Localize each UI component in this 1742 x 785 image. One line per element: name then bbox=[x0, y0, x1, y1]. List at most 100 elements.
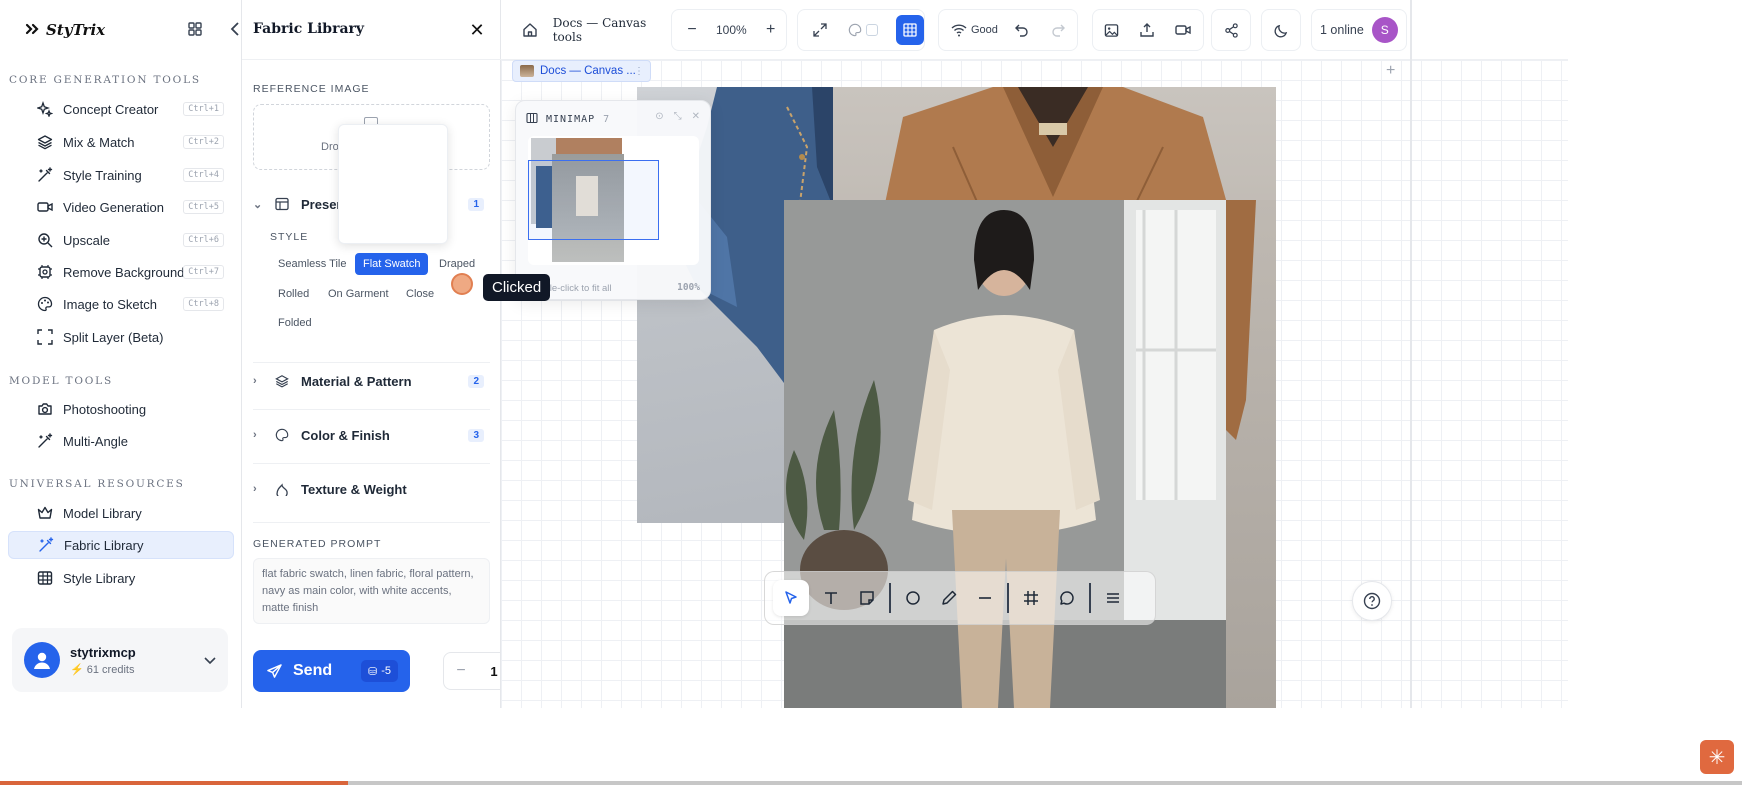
collapse-icon[interactable]: ⤡ bbox=[674, 111, 682, 122]
avatar bbox=[24, 642, 60, 678]
comment-tool-button[interactable] bbox=[1049, 580, 1085, 616]
close-icon[interactable]: ✕ bbox=[467, 20, 487, 40]
model-photo-image[interactable] bbox=[784, 200, 1226, 708]
divider bbox=[253, 362, 490, 363]
minimap-viewport-indicator[interactable] bbox=[528, 160, 659, 240]
chip-flat-swatch[interactable]: Flat Swatch bbox=[355, 253, 429, 275]
color-swatch[interactable] bbox=[866, 24, 878, 36]
pen-tool-button[interactable] bbox=[931, 580, 967, 616]
help-button[interactable] bbox=[1352, 581, 1392, 621]
canvas-right-border bbox=[1410, 0, 1412, 708]
accordion-texture-weight[interactable]: › Texture & Weight bbox=[253, 477, 490, 501]
view-controls bbox=[797, 9, 925, 51]
decrement-button[interactable]: − bbox=[453, 662, 469, 680]
sidebar-item-concept-creator[interactable]: Concept Creator Ctrl+1 bbox=[8, 95, 234, 123]
doc-title[interactable]: Docs — Canvas tools bbox=[553, 16, 665, 44]
accordion-label: Texture & Weight bbox=[301, 481, 407, 497]
sidebar-item-label: Fabric Library bbox=[64, 537, 144, 553]
zoom-in-button[interactable]: + bbox=[761, 20, 781, 40]
minimap-viewport-area[interactable] bbox=[528, 136, 699, 265]
chip-folded[interactable]: Folded bbox=[270, 312, 320, 334]
camel-coat-image-edge bbox=[1226, 200, 1276, 708]
shortcut-badge: Ctrl+1 bbox=[183, 102, 224, 116]
hash-icon bbox=[1024, 591, 1038, 605]
online-count: 1 online bbox=[1320, 23, 1364, 37]
chevron-down-icon[interactable] bbox=[204, 652, 216, 670]
count-badge: 1 bbox=[468, 197, 484, 211]
avatar[interactable]: S bbox=[1371, 17, 1398, 43]
theme-toggle-button[interactable] bbox=[1261, 9, 1301, 51]
send-button[interactable]: Send ⛁ -5 bbox=[253, 650, 410, 692]
zoom-level[interactable]: 100% bbox=[716, 23, 747, 37]
connection-status: Good bbox=[971, 24, 998, 36]
sidebar-item-model-library[interactable]: Model Library bbox=[8, 499, 234, 527]
sidebar-item-upscale[interactable]: Upscale Ctrl+6 bbox=[8, 226, 234, 254]
generated-prompt-text[interactable]: flat fabric swatch, linen fabric, floral… bbox=[253, 558, 490, 624]
shortcut-badge: Ctrl+2 bbox=[183, 135, 224, 149]
canvas-doc-tab[interactable]: Docs — Canvas ... ⋮ bbox=[512, 60, 651, 82]
drawing-toolbar bbox=[764, 571, 1156, 625]
reference-image-label: REFERENCE IMAGE bbox=[253, 83, 370, 95]
home-icon[interactable] bbox=[521, 20, 539, 40]
text-tool-button[interactable] bbox=[813, 580, 849, 616]
sidebar-item-mix-match[interactable]: Mix & Match Ctrl+2 bbox=[8, 128, 234, 156]
sidebar-item-multi-angle[interactable]: Multi-Angle bbox=[8, 427, 234, 455]
chip-draped[interactable]: Draped bbox=[431, 253, 483, 275]
close-icon[interactable]: ✕ bbox=[692, 111, 700, 122]
grid-toggle-button[interactable] bbox=[895, 15, 924, 45]
user-account-card[interactable]: stytrixmcp ⚡ 61 credits bbox=[12, 628, 228, 692]
progress-bar bbox=[0, 781, 1742, 785]
toolbar-divider bbox=[889, 583, 891, 613]
sidebar-item-remove-background[interactable]: Remove Background Ctrl+7 bbox=[8, 258, 234, 286]
shortcut-badge: Ctrl+4 bbox=[183, 168, 224, 182]
expand-icon[interactable] bbox=[810, 20, 829, 40]
accordion-color-finish[interactable]: › Color & Finish 3 bbox=[253, 423, 490, 447]
sidebar-item-image-to-sketch[interactable]: Image to Sketch Ctrl+8 bbox=[8, 290, 234, 318]
fabric-library-panel: Fabric Library ✕ REFERENCE IMAGE Dro ⌄ P… bbox=[242, 0, 501, 708]
video-icon[interactable] bbox=[1173, 20, 1193, 40]
redo-icon[interactable] bbox=[1048, 20, 1068, 40]
quantity-value[interactable]: 1 bbox=[490, 664, 497, 679]
asterisk-badge-icon[interactable]: ✳ bbox=[1700, 740, 1734, 774]
upload-icon[interactable] bbox=[1137, 20, 1157, 40]
chip-rolled[interactable]: Rolled bbox=[270, 283, 317, 305]
chip-on-garment[interactable]: On Garment bbox=[320, 283, 397, 305]
layers-icon bbox=[275, 374, 293, 388]
table-icon bbox=[36, 569, 54, 587]
line-tool-button[interactable] bbox=[967, 580, 1003, 616]
ellipse-tool-button[interactable] bbox=[895, 580, 931, 616]
zoom-out-button[interactable]: − bbox=[682, 20, 702, 40]
sidebar-item-style-training[interactable]: Style Training Ctrl+4 bbox=[8, 161, 234, 189]
note-tool-button[interactable] bbox=[849, 580, 885, 616]
wand-icon bbox=[36, 432, 54, 450]
focus-icon[interactable]: ⊙ bbox=[655, 111, 663, 122]
undo-icon[interactable] bbox=[1012, 20, 1032, 40]
palette-icon[interactable] bbox=[845, 20, 864, 40]
grid-view-icon[interactable] bbox=[186, 20, 204, 38]
canvas[interactable]: Docs — Canvas ... ⋮ + MINIMAP 7 ⊙ ⤡ ✕ Do… bbox=[501, 60, 1568, 708]
zoom-in-icon bbox=[36, 231, 54, 249]
accordion-material-pattern[interactable]: › Material & Pattern 2 bbox=[253, 369, 490, 393]
sidebar-item-photoshooting[interactable]: Photoshooting bbox=[8, 395, 234, 423]
select-tool-button[interactable] bbox=[773, 580, 809, 616]
toolbar-divider bbox=[1007, 583, 1009, 613]
image-icon[interactable] bbox=[1101, 20, 1121, 40]
coins-icon: ⛁ bbox=[368, 665, 378, 678]
minimap-tools: ⊙ ⤡ ✕ bbox=[655, 111, 700, 122]
sidebar-item-label: Photoshooting bbox=[63, 401, 147, 417]
add-tab-icon[interactable]: + bbox=[1386, 62, 1395, 80]
frame-tool-button[interactable] bbox=[1013, 580, 1049, 616]
sidebar-item-split-layer[interactable]: Split Layer (Beta) bbox=[8, 323, 234, 351]
chip-seamless-tile[interactable]: Seamless Tile bbox=[270, 253, 354, 275]
sidebar-item-style-library[interactable]: Style Library bbox=[8, 564, 234, 592]
minimap-header: MINIMAP 7 bbox=[526, 112, 610, 127]
menu-button[interactable] bbox=[1095, 580, 1131, 616]
section-title-model: MODEL TOOLS bbox=[9, 375, 113, 387]
share-button[interactable] bbox=[1211, 9, 1251, 51]
sidebar-item-label: Mix & Match bbox=[63, 134, 135, 150]
sidebar-item-video-generation[interactable]: Video Generation Ctrl+5 bbox=[8, 193, 234, 221]
sidebar-item-fabric-library[interactable]: Fabric Library bbox=[8, 531, 234, 559]
drag-handle-icon[interactable]: ⋮ bbox=[634, 66, 644, 77]
brand-logo[interactable]: StyTrix bbox=[24, 18, 105, 42]
chip-close[interactable]: Close bbox=[398, 283, 442, 305]
